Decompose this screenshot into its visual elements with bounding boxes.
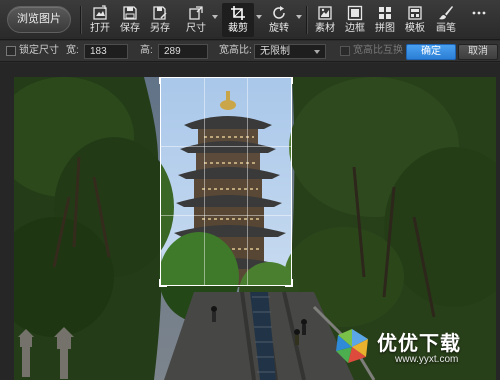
frame-icon <box>347 5 363 21</box>
crop-options-bar: 锁定尺寸 宽: 183 高: 289 宽高比: 无限制 宽高比互换 确定 取消 <box>0 41 500 62</box>
rotate-label: 旋转 <box>269 23 289 34</box>
swap-ratio-label: 宽高比互换 <box>353 45 403 56</box>
resize-button[interactable]: 尺寸 <box>181 3 211 37</box>
rotate-icon <box>273 6 285 19</box>
crop-handle-top-right[interactable] <box>285 77 293 84</box>
rotate-dropdown-caret[interactable] <box>296 15 302 19</box>
lock-size-label: 锁定尺寸 <box>19 45 59 56</box>
crop-grid-line <box>246 78 248 285</box>
aspect-ratio-label: 宽高比: <box>219 45 252 56</box>
save-label: 保存 <box>120 23 140 34</box>
crop-dropdown-caret[interactable] <box>256 15 262 19</box>
collage-icon <box>379 7 391 19</box>
height-input[interactable]: 289 <box>158 44 208 59</box>
lock-size-checkbox[interactable] <box>6 46 16 56</box>
crop-overlay-bottom <box>160 286 292 380</box>
browse-images-button[interactable]: 浏览图片 <box>7 6 71 33</box>
frame-button[interactable]: 边框 <box>340 3 370 37</box>
crop-handle-bottom-right[interactable] <box>285 279 293 287</box>
open-icon <box>93 5 107 20</box>
sticker-button[interactable]: 素材 <box>310 3 340 37</box>
crop-overlay-left <box>14 77 160 380</box>
crop-label: 裁剪 <box>228 23 248 34</box>
template-icon <box>408 6 422 20</box>
open-button[interactable]: 打开 <box>85 3 115 37</box>
crop-selection-box[interactable] <box>159 77 293 287</box>
chevron-down-icon <box>314 50 320 54</box>
sticker-icon <box>318 6 332 20</box>
main-toolbar: 浏览图片 打开 保存 另存 尺寸 裁剪 旋转 素材 边框 拼图 模板 画笔 <box>0 0 500 40</box>
crop-grid-line <box>161 214 291 216</box>
collage-label: 拼图 <box>375 23 395 34</box>
aspect-ratio-value: 无限制 <box>260 46 290 57</box>
sticker-label: 素材 <box>315 23 335 34</box>
more-button[interactable] <box>466 3 492 37</box>
resize-label: 尺寸 <box>186 23 206 34</box>
open-label: 打开 <box>90 23 110 34</box>
more-icon <box>472 11 486 15</box>
save-as-button[interactable]: 另存 <box>145 3 175 37</box>
brush-button[interactable]: 画笔 <box>431 3 461 37</box>
watermark-logo-icon <box>336 329 368 363</box>
crop-handle-top-left[interactable] <box>159 77 167 84</box>
confirm-button[interactable]: 确定 <box>406 44 456 60</box>
crop-grid-line <box>203 78 205 285</box>
rotate-button[interactable]: 旋转 <box>264 3 294 37</box>
width-input[interactable]: 183 <box>84 44 128 59</box>
toolbar-divider <box>80 6 81 34</box>
toolbar-divider <box>306 6 307 34</box>
collage-button[interactable]: 拼图 <box>370 3 400 37</box>
crop-icon <box>231 6 245 20</box>
height-label: 高: <box>140 45 153 56</box>
watermark-url: www.yyxt.com <box>395 354 459 365</box>
watermark-title: 优优下载 <box>377 333 461 355</box>
swap-ratio-checkbox[interactable] <box>340 46 350 56</box>
brush-icon <box>439 6 453 20</box>
template-label: 模板 <box>405 23 425 34</box>
template-button[interactable]: 模板 <box>400 3 430 37</box>
watermark: 优优下载 www.yyxt.com <box>333 325 493 371</box>
save-as-icon <box>153 6 167 20</box>
save-as-label: 另存 <box>150 23 170 34</box>
crop-button[interactable]: 裁剪 <box>222 3 254 37</box>
brush-label: 画笔 <box>436 23 456 34</box>
crop-grid-line <box>161 146 291 148</box>
cancel-button[interactable]: 取消 <box>458 44 498 60</box>
save-button[interactable]: 保存 <box>115 3 145 37</box>
aspect-ratio-select[interactable]: 无限制 <box>254 44 326 59</box>
width-label: 宽: <box>66 45 79 56</box>
frame-label: 边框 <box>345 23 365 34</box>
save-icon <box>123 6 137 20</box>
resize-icon <box>189 6 203 20</box>
crop-handle-bottom-left[interactable] <box>159 279 167 287</box>
resize-dropdown-caret[interactable] <box>212 15 218 19</box>
